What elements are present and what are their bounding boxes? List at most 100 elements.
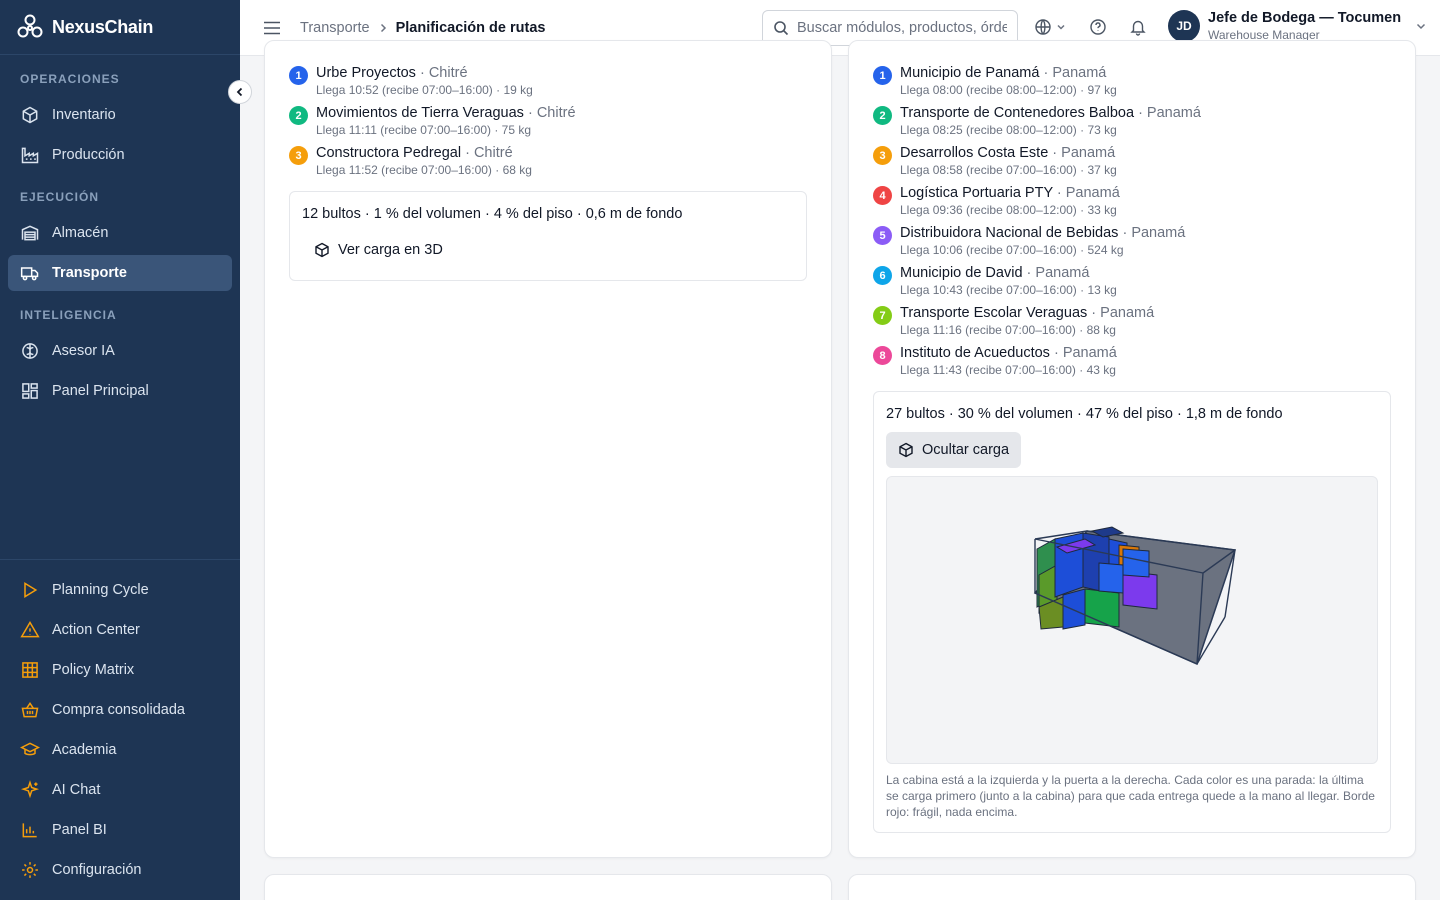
breadcrumb-current: Planificación de rutas (395, 19, 546, 36)
sidebar-item-panel-principal[interactable]: Panel Principal (8, 373, 232, 409)
sidebar-item-transporte[interactable]: Transporte (8, 255, 232, 291)
stop-item[interactable]: 4 Logística Portuaria PTY · Panamá Llega… (873, 185, 1120, 217)
stop-item[interactable]: 6 Municipio de David · Panamá Llega 10:4… (873, 265, 1117, 297)
route-card-next-left (264, 874, 832, 900)
sidebar-item-produccion[interactable]: Producción (8, 137, 232, 173)
view-load-3d-label: Ver carga en 3D (338, 242, 443, 258)
sidebar-item-label: Transporte (52, 265, 127, 281)
sidebar-collapse-button[interactable] (228, 80, 252, 104)
stop-number-badge: 5 (873, 226, 892, 245)
section-label-operaciones: OPERACIONES (20, 72, 120, 86)
sidebar-item-configuracion[interactable]: Configuración (8, 852, 232, 888)
bell-icon (1130, 20, 1146, 36)
stop-number-badge: 7 (873, 306, 892, 325)
stop-item[interactable]: 1 Municipio de Panamá · Panamá Llega 08:… (873, 65, 1117, 97)
stop-item[interactable]: 3 Constructora Pedregal · Chitré Llega 1… (289, 145, 532, 177)
stop-number-badge: 8 (873, 346, 892, 365)
stop-title: Distribuidora Nacional de Bebidas · Pana… (900, 225, 1185, 241)
stop-item[interactable]: 7 Transporte Escolar Veraguas · Panamá L… (873, 305, 1154, 337)
section-label-ejecucion: EJECUCIÓN (20, 190, 100, 204)
stop-item[interactable]: 8 Instituto de Acueductos · Panamá Llega… (873, 345, 1117, 377)
stop-number-badge: 3 (873, 146, 892, 165)
stop-number-badge: 1 (873, 66, 892, 85)
stop-city: · Panamá (1087, 305, 1155, 321)
view-load-3d-button[interactable]: Ver carga en 3D (302, 232, 455, 268)
stop-title: Urbe Proyectos · Chitré (316, 65, 533, 81)
sidebar-item-compra-consolidada[interactable]: Compra consolidada (8, 692, 232, 728)
menu-button[interactable] (262, 18, 282, 38)
sidebar-item-ai-chat[interactable]: AI Chat (8, 772, 232, 808)
stop-title: Municipio de Panamá · Panamá (900, 65, 1117, 81)
sidebar-item-asesor-ia[interactable]: Asesor IA (8, 333, 232, 369)
sidebar-item-label: Inventario (52, 107, 116, 123)
truck-load-3d-render (1033, 526, 1236, 666)
stop-name: Instituto de Acueductos (900, 345, 1050, 361)
help-button[interactable] (1089, 18, 1107, 36)
stop-detail: Llega 11:43 (recibe 07:00–16:00) · 43 kg (900, 363, 1116, 377)
sidebar-item-almacen[interactable]: Almacén (8, 215, 232, 251)
sidebar-item-label: Asesor IA (52, 343, 115, 359)
notifications-button[interactable] (1129, 18, 1147, 36)
sidebar-item-academia[interactable]: Academia (8, 732, 232, 768)
stop-name: Desarrollos Costa Este (900, 145, 1049, 161)
factory-icon (21, 147, 39, 164)
search-input[interactable] (797, 20, 1007, 36)
stop-number-badge: 1 (289, 66, 308, 85)
hide-load-button[interactable]: Ocultar carga (886, 432, 1022, 468)
section-label-inteligencia: INTELIGENCIA (20, 308, 117, 322)
stop-detail: Llega 11:11 (recibe 07:00–16:00) · 75 kg (316, 123, 532, 137)
load-summary: 12 bultos · 1 % del volumen · 4 % del pi… (289, 191, 807, 281)
stop-name: Logística Portuaria PTY (900, 185, 1053, 201)
sidebar-item-label: Panel Principal (52, 383, 149, 399)
warehouse-icon (21, 225, 39, 241)
sidebar-item-label: AI Chat (52, 782, 101, 798)
menu-icon (264, 21, 280, 34)
sidebar-item-planning-cycle[interactable]: Planning Cycle (8, 572, 232, 608)
stop-city: · Panamá (1134, 105, 1201, 121)
sidebar-item-policy-matrix[interactable]: Policy Matrix (8, 652, 232, 688)
sidebar-item-action-center[interactable]: Action Center (8, 612, 232, 648)
stop-number-badge: 4 (873, 186, 892, 205)
stop-name: Transporte de Contenedores Balboa (900, 105, 1135, 121)
user-menu[interactable]: JD Jefe de Bodega — Tocumen Warehouse Ma… (1168, 10, 1427, 42)
stop-city: · Panamá (1052, 185, 1120, 201)
brand[interactable]: NexusChain (0, 0, 240, 55)
sidebar-divider (0, 559, 240, 560)
stop-detail: Llega 09:36 (recibe 08:00–12:00) · 33 kg (900, 203, 1117, 217)
load-3d-viewer[interactable] (886, 476, 1378, 764)
stop-title: Movimientos de Tierra Veraguas · Chitré (316, 105, 576, 121)
stop-number-badge: 2 (873, 106, 892, 125)
stop-detail: Llega 11:16 (recibe 07:00–16:00) · 88 kg (900, 323, 1116, 337)
stop-detail: Llega 10:52 (recibe 07:00–16:00) · 19 kg (316, 83, 533, 97)
stop-title: Logística Portuaria PTY · Panamá (900, 185, 1120, 201)
breadcrumb-parent[interactable]: Transporte (300, 20, 370, 36)
nexus-logo-icon (17, 14, 43, 38)
sidebar-item-panel-bi[interactable]: Panel BI (8, 812, 232, 848)
load-caption: La cabina está a la izquierda y la puert… (886, 773, 1375, 819)
sidebar-item-label: Compra consolidada (52, 702, 185, 718)
dashboard-icon (22, 383, 38, 399)
basket-icon (21, 701, 39, 718)
stop-name: Municipio de Panamá (900, 65, 1040, 81)
language-selector[interactable] (1034, 18, 1066, 36)
alert-triangle-icon (20, 621, 40, 638)
stop-item[interactable]: 2 Movimientos de Tierra Veraguas · Chitr… (289, 105, 576, 137)
stop-item[interactable]: 5 Distribuidora Nacional de Bebidas · Pa… (873, 225, 1185, 257)
stop-item[interactable]: 3 Desarrollos Costa Este · Panamá Llega … (873, 145, 1117, 177)
brand-name: NexusChain (52, 16, 154, 37)
route-card-left: 1 Urbe Proyectos · Chitré Llega 10:52 (r… (264, 40, 832, 858)
load-summary-text: 12 bultos · 1 % del volumen · 4 % del pi… (302, 206, 683, 222)
stop-city: · Panamá (1039, 65, 1107, 81)
sidebar-item-inventario[interactable]: Inventario (8, 97, 232, 133)
sparkles-icon (20, 780, 40, 799)
cube-icon (899, 442, 913, 458)
settings-icon (22, 862, 38, 878)
stop-item[interactable]: 1 Urbe Proyectos · Chitré Llega 10:52 (r… (289, 65, 533, 97)
box-icon (22, 106, 38, 124)
stop-title: Transporte de Contenedores Balboa · Pana… (900, 105, 1201, 121)
chevron-down-icon (1057, 24, 1065, 30)
stop-city: · Panamá (1118, 225, 1186, 241)
breadcrumb: Transporte Planificación de rutas (300, 20, 545, 36)
stop-detail: Llega 10:06 (recibe 07:00–16:00) · 524 k… (900, 243, 1124, 257)
stop-item[interactable]: 2 Transporte de Contenedores Balboa · Pa… (873, 105, 1201, 137)
